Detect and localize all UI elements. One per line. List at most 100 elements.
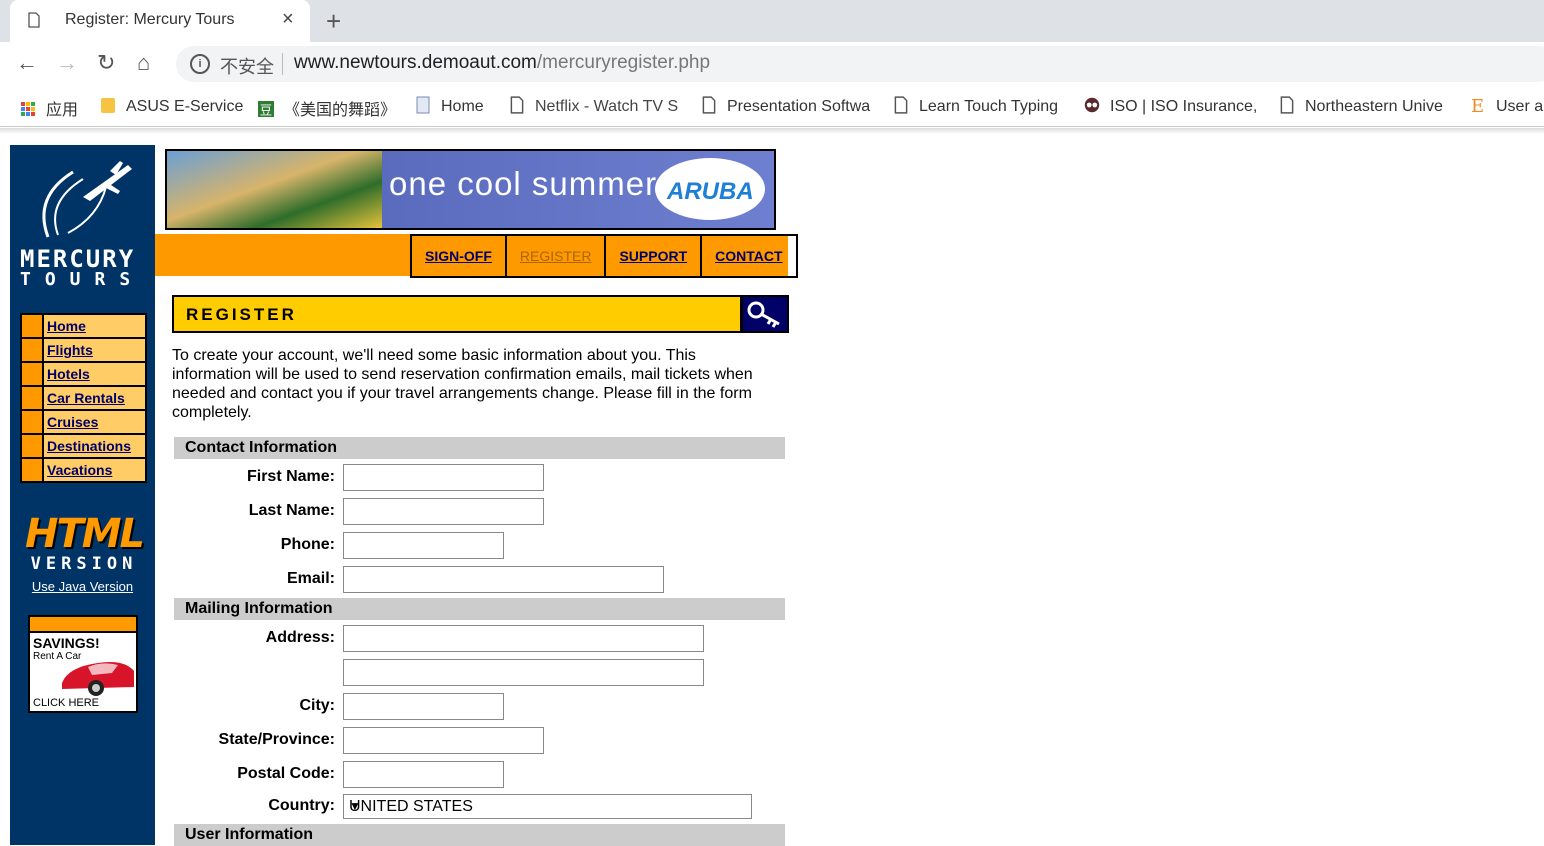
bookmark-presentation[interactable]: Presentation Softwa <box>701 96 870 118</box>
postal-code-input[interactable] <box>343 761 504 788</box>
omnibox-divider <box>282 53 283 75</box>
tab-bar: Register: Mercury Tours × + <box>0 0 1544 42</box>
sidenav-bullet <box>22 339 44 361</box>
section-title: Mailing Information <box>185 600 333 617</box>
sidenav-item-home: Home <box>22 315 145 339</box>
sidenav-link-home[interactable]: Home <box>47 318 86 334</box>
address-bar[interactable]: i 不安全 www.newtours.demoaut.com/mercuryre… <box>176 46 1544 82</box>
banner-text: one cool summer <box>389 165 658 202</box>
address-label: Address: <box>265 629 335 646</box>
active-tab[interactable]: Register: Mercury Tours × <box>10 0 310 42</box>
email-input[interactable] <box>343 566 664 593</box>
left-sidebar: MERCURY TOURS Home Flights Hotels Car Re… <box>10 145 155 845</box>
topnav-register[interactable]: REGISTER <box>507 236 607 276</box>
folder-icon <box>101 98 115 113</box>
page-icon <box>702 96 716 114</box>
address-line2-input[interactable] <box>343 659 704 686</box>
sidenav-link-flights[interactable]: Flights <box>47 342 93 358</box>
intro-text: To create your account, we'll need some … <box>172 347 753 421</box>
page-icon <box>1280 96 1294 114</box>
savings-ad-cta: CLICK HERE <box>33 697 100 709</box>
bookmark-typing[interactable]: Learn Touch Typing <box>893 96 1058 118</box>
bookmark-iso[interactable]: ISO | ISO Insurance, <box>1084 96 1257 118</box>
mailing-section-header: Mailing Information <box>174 598 785 620</box>
topnav-sign-off[interactable]: SIGN-OFF <box>412 236 507 276</box>
sidenav-item-car-rentals: Car Rentals <box>22 387 145 411</box>
phone-input[interactable] <box>343 532 504 559</box>
dropdown-arrow-icon: ▼ <box>349 799 361 813</box>
sidenav-item-destinations: Destinations <box>22 435 145 459</box>
email-label: Email: <box>286 570 335 587</box>
site-info-icon[interactable]: i <box>190 54 210 74</box>
aruba-badge: ARUBA <box>655 158 765 220</box>
country-label: Country: <box>268 797 335 814</box>
mercury-logo-icon <box>42 161 132 238</box>
topnav-support[interactable]: SUPPORT <box>606 236 703 276</box>
bookmark-user[interactable]: E User a <box>1470 96 1543 118</box>
close-icon[interactable]: × <box>282 8 294 31</box>
section-title: User Information <box>185 826 314 843</box>
aruba-banner[interactable]: one cool summer ARUBA <box>165 149 776 230</box>
bookmark-home[interactable]: Home <box>415 96 484 118</box>
sidenav-link-cruises[interactable]: Cruises <box>47 414 98 430</box>
sidenav-item-vacations: Vacations <box>22 459 145 481</box>
bookmark-asus[interactable]: ASUS E-Service <box>100 96 243 118</box>
tab-title: Register: Mercury Tours <box>65 11 235 28</box>
sidenav-item-hotels: Hotels <box>22 363 145 387</box>
back-icon[interactable]: ← <box>16 50 38 76</box>
savings-ad-title: SAVINGS! <box>33 635 100 651</box>
url-text[interactable]: www.newtours.demoaut.com/mercuryregister… <box>294 52 710 74</box>
svg-text:E: E <box>1471 96 1484 114</box>
bookmark-netflix[interactable]: Netflix - Watch TV S <box>509 96 678 118</box>
sidenav-bullet <box>22 387 44 409</box>
page-icon <box>28 12 40 28</box>
sidenav-link-car-rentals[interactable]: Car Rentals <box>47 390 125 406</box>
address-line1-input[interactable] <box>343 625 704 652</box>
forward-icon[interactable]: → <box>56 50 78 76</box>
url-path: /mercuryregister.php <box>536 52 711 73</box>
bookmark-apps[interactable]: 应用 <box>20 96 79 119</box>
sidenav-bullet <box>22 315 44 337</box>
sidenav-link-hotels[interactable]: Hotels <box>47 366 90 382</box>
topnav-contact[interactable]: CONTACT <box>702 236 798 276</box>
bookmark-label: Presentation Softwa <box>727 98 871 115</box>
page-icon <box>894 96 908 114</box>
bookmark-label: User a <box>1496 98 1544 115</box>
toolbar-shadow <box>0 128 1544 134</box>
first-name-input[interactable] <box>343 464 544 491</box>
page-icon <box>416 96 430 114</box>
bookmark-label: Learn Touch Typing <box>919 98 1059 115</box>
key-icon-box <box>741 295 789 333</box>
bookmark-label: ASUS E-Service <box>126 98 244 115</box>
html-version-badge: HTML VERSION <box>24 513 145 574</box>
new-tab-button[interactable]: + <box>326 6 341 37</box>
state-input[interactable] <box>343 727 544 754</box>
reload-icon[interactable]: ↻ <box>97 50 115 76</box>
html-version-subtitle: VERSION <box>30 554 138 574</box>
state-label: State/Province: <box>218 731 335 748</box>
brand-logo-text: MERCURY TOURS <box>20 245 148 290</box>
owl-icon <box>1084 97 1100 113</box>
bookmark-douban[interactable]: 豆《美国的舞蹈》 <box>258 96 396 119</box>
e-icon: E <box>1471 96 1484 114</box>
country-select[interactable]: UNITED STATES ▼ <box>343 794 752 819</box>
bookmark-label: 应用 <box>46 102 79 119</box>
sidenav-bullet <box>22 411 44 433</box>
java-version-link[interactable]: Use Java Version <box>10 579 155 594</box>
home-icon[interactable]: ⌂ <box>137 50 150 76</box>
url-host: www.newtours.demoaut.com <box>294 52 537 73</box>
sidenav-link-vacations[interactable]: Vacations <box>47 462 112 478</box>
postal-code-label: Postal Code: <box>237 765 335 782</box>
city-input[interactable] <box>343 693 504 720</box>
user-section-header: User Information <box>174 824 785 846</box>
phone-label: Phone: <box>280 536 335 553</box>
last-name-label: Last Name: <box>248 502 335 519</box>
sidenav-bullet <box>22 363 44 385</box>
savings-ad[interactable]: SAVINGS! Rent A Car CLICK HERE <box>28 615 138 713</box>
douban-icon: 豆 <box>258 101 274 117</box>
sidenav-link-destinations[interactable]: Destinations <box>47 438 131 454</box>
bookmark-northeastern[interactable]: Northeastern Unive <box>1279 96 1443 118</box>
sidenav-bullet <box>22 459 44 481</box>
aruba-badge-text: ARUBA <box>667 178 754 205</box>
last-name-input[interactable] <box>343 498 544 525</box>
